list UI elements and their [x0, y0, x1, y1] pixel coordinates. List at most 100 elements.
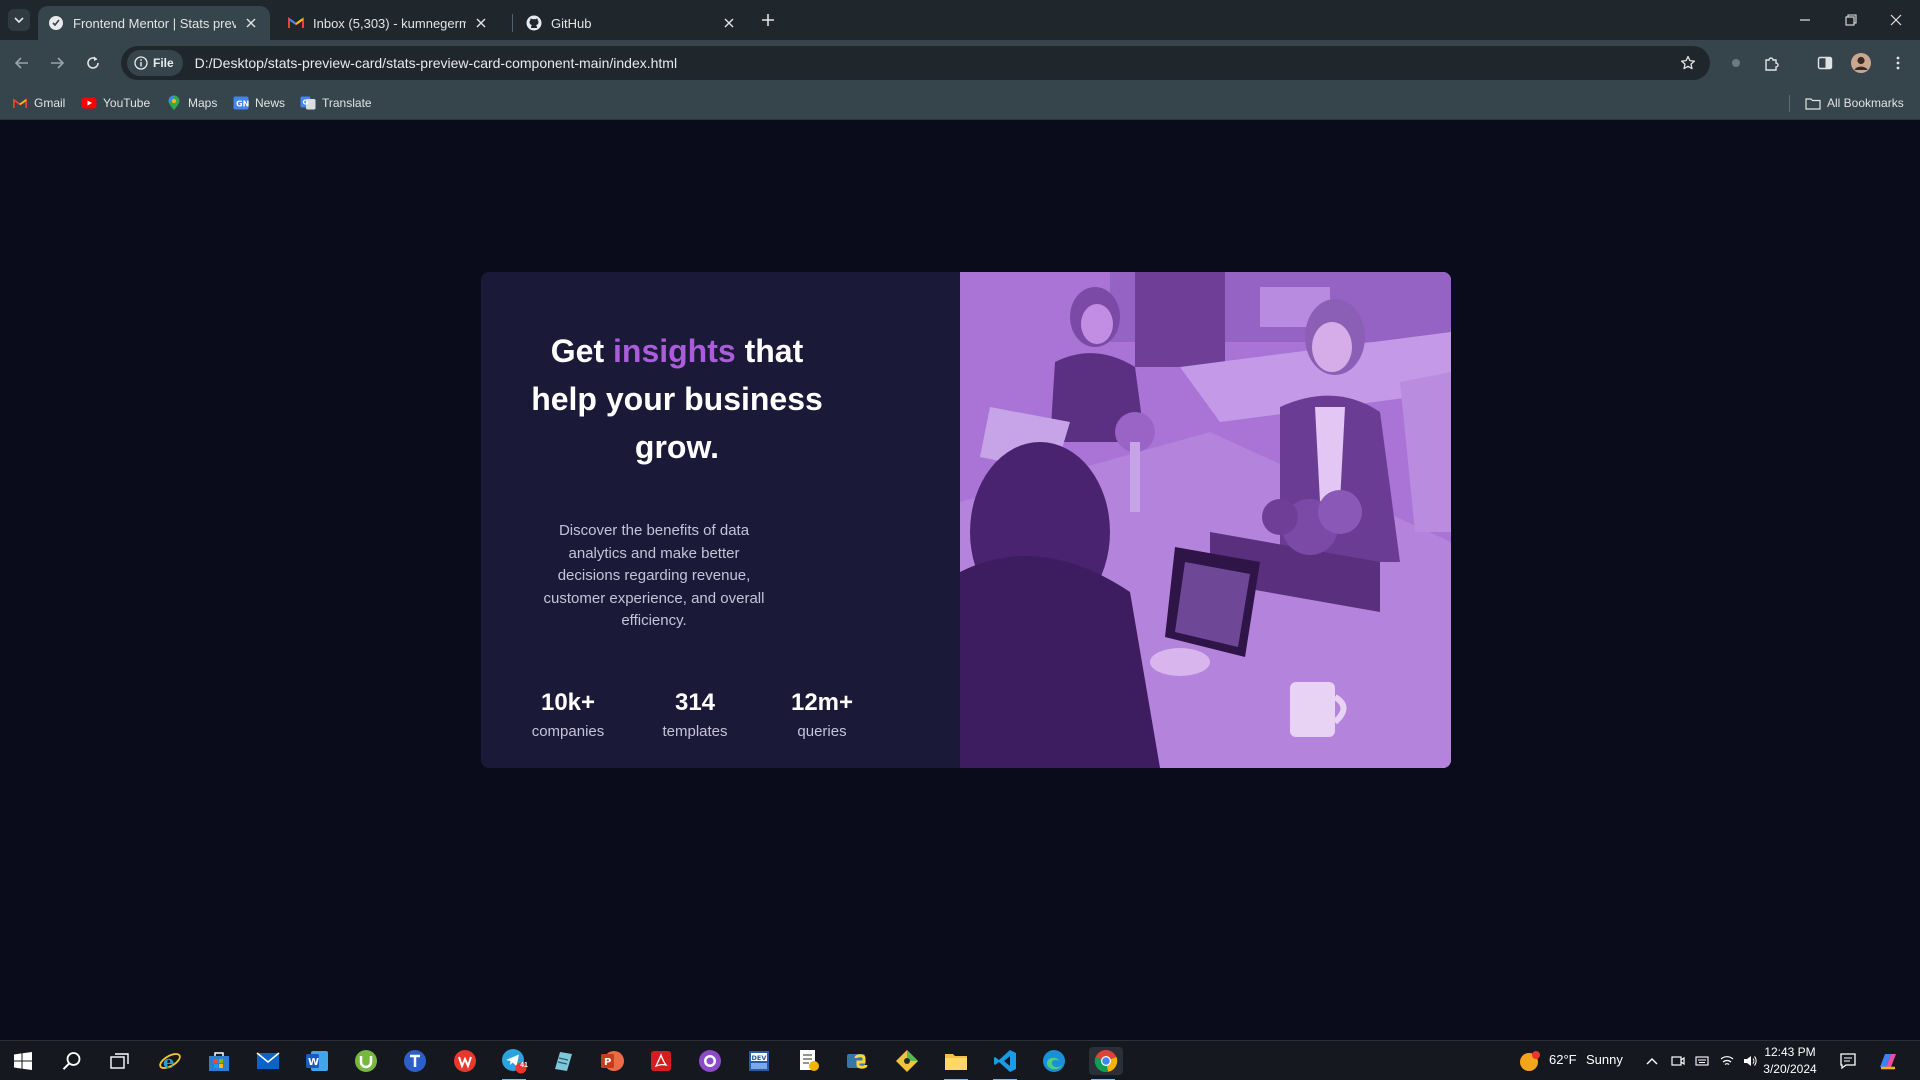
close-tab-icon[interactable]: [720, 14, 738, 32]
headline-accent: insights: [613, 333, 736, 369]
puzzle-icon: [1765, 57, 1779, 71]
minimize-button[interactable]: [1793, 8, 1817, 32]
sun-icon: [1520, 1051, 1540, 1071]
taskbar-clock[interactable]: 12:43 PM 3/20/2024: [1760, 1044, 1820, 1078]
stat-label: queries: [797, 723, 847, 740]
taskbar-telegram[interactable]: 41: [500, 1047, 528, 1080]
more-vertical-icon: [1896, 56, 1900, 70]
bookmark-gmail[interactable]: Gmail: [12, 93, 65, 113]
action-center-button[interactable]: [1834, 1047, 1862, 1075]
bookmark-news[interactable]: GN News: [233, 93, 285, 113]
t-app-icon: [404, 1050, 426, 1072]
start-button[interactable]: [9, 1047, 37, 1075]
svg-text:GN: GN: [236, 100, 249, 109]
task-view-icon: [110, 1053, 129, 1069]
taskbar-acrobat[interactable]: [647, 1047, 675, 1075]
task-view-button[interactable]: [106, 1047, 134, 1075]
close-tab-icon[interactable]: [472, 14, 490, 32]
close-window-button[interactable]: [1884, 8, 1908, 32]
bookmark-star-button[interactable]: [1678, 53, 1698, 73]
clock-date: 3/20/2024: [1763, 1062, 1817, 1076]
show-hidden-icons-button[interactable]: [1642, 1047, 1662, 1075]
profile-button[interactable]: [1849, 51, 1873, 75]
maps-icon: [166, 95, 182, 111]
taskbar-github-desktop[interactable]: [696, 1047, 724, 1075]
taskbar-mail[interactable]: [254, 1047, 282, 1075]
taskbar-utorrent[interactable]: [352, 1047, 380, 1075]
stat-value: 10k+: [540, 689, 596, 716]
taskbar-python[interactable]: [844, 1047, 872, 1075]
stat-value: 314: [674, 689, 716, 716]
address-bar[interactable]: File D:/Desktop/stats-preview-card/stats…: [121, 46, 1710, 80]
card-content: Get insights that help your business gro…: [481, 272, 960, 768]
bookmark-youtube[interactable]: YouTube: [81, 93, 150, 113]
bookmark-label: Gmail: [34, 96, 66, 110]
taskbar-edge[interactable]: [1040, 1047, 1068, 1075]
taskbar-internet-explorer[interactable]: e: [156, 1047, 184, 1075]
taskbar-file-explorer[interactable]: [942, 1047, 970, 1080]
site-info-chip[interactable]: File: [127, 50, 183, 76]
taskbar-vscode[interactable]: [991, 1047, 1019, 1080]
meet-now-button[interactable]: [1668, 1047, 1688, 1075]
telegram-unread-badge: 41: [520, 1062, 528, 1069]
stats-preview-card: Get insights that help your business gro…: [481, 272, 1451, 768]
wifi-icon: [1720, 1056, 1734, 1066]
bookmark-label: Maps: [188, 96, 218, 110]
headline-text-start: Get: [550, 333, 613, 369]
search-icon: [62, 1052, 81, 1070]
svg-text:DEV: DEV: [752, 1054, 767, 1062]
taskbar-notes[interactable]: [549, 1047, 577, 1075]
menu-button[interactable]: [1886, 51, 1910, 75]
volume-button[interactable]: [1740, 1047, 1760, 1075]
extension-button[interactable]: [1724, 51, 1748, 75]
url-text[interactable]: D:/Desktop/stats-preview-card/stats-prev…: [195, 55, 677, 71]
taskbar-document-tool[interactable]: [795, 1047, 823, 1075]
network-button[interactable]: [1717, 1047, 1737, 1075]
reload-button[interactable]: [81, 51, 105, 75]
minimize-icon: [1800, 19, 1810, 21]
chevron-up-icon: [1646, 1058, 1658, 1065]
git-icon: [896, 1050, 918, 1072]
search-button[interactable]: [58, 1047, 86, 1075]
taskbar-store[interactable]: [205, 1047, 233, 1075]
taskbar-git[interactable]: [893, 1047, 921, 1075]
restore-icon: [1845, 14, 1857, 26]
close-tab-icon[interactable]: [242, 14, 260, 32]
extensions-button[interactable]: [1760, 51, 1784, 75]
restore-button[interactable]: [1839, 8, 1863, 32]
taskbar-chrome[interactable]: [1089, 1047, 1123, 1080]
browser-toolbar: File D:/Desktop/stats-preview-card/stats…: [0, 40, 1920, 86]
bookmark-maps[interactable]: Maps: [166, 93, 217, 113]
svg-text:P: P: [604, 1057, 611, 1068]
taskbar-powerpoint[interactable]: P: [598, 1047, 626, 1075]
stat-companies: 10k+ companies: [508, 688, 628, 740]
taskbar-t-app[interactable]: [401, 1047, 429, 1075]
new-tab-button[interactable]: [757, 9, 779, 31]
powerpoint-icon: P: [601, 1051, 624, 1071]
folder-icon: [1805, 95, 1821, 111]
tab-frontend-mentor[interactable]: Frontend Mentor | Stats preview: [38, 6, 270, 40]
reload-icon: [87, 56, 99, 69]
tab-github[interactable]: GitHub: [516, 6, 748, 40]
python-icon: [847, 1054, 868, 1069]
all-bookmarks-button[interactable]: All Bookmarks: [1805, 93, 1904, 113]
taskbar-dev-app[interactable]: DEV: [745, 1047, 773, 1075]
taskbar-word[interactable]: W: [303, 1047, 331, 1075]
side-panel-button[interactable]: [1813, 51, 1837, 75]
bookmark-translate[interactable]: G Translate: [300, 93, 372, 113]
acrobat-icon: [651, 1051, 671, 1071]
tab-gmail-inbox[interactable]: Inbox (5,303) - kumnegermarkos: [278, 6, 500, 40]
input-indicator-button[interactable]: [1692, 1047, 1712, 1075]
forward-button[interactable]: [45, 51, 69, 75]
extension-dot-icon: [1732, 59, 1740, 67]
avatar: [1851, 53, 1871, 73]
copilot-button[interactable]: [1874, 1047, 1902, 1075]
taskbar-wps[interactable]: [451, 1047, 479, 1075]
back-button[interactable]: [10, 51, 34, 75]
tab-search-button[interactable]: [8, 9, 30, 31]
translate-icon: G: [300, 95, 316, 111]
word-icon: W: [306, 1051, 328, 1071]
tab-title: Frontend Mentor | Stats preview: [73, 15, 236, 31]
site-info-label: File: [153, 56, 174, 70]
weather-widget[interactable]: [1516, 1047, 1544, 1075]
